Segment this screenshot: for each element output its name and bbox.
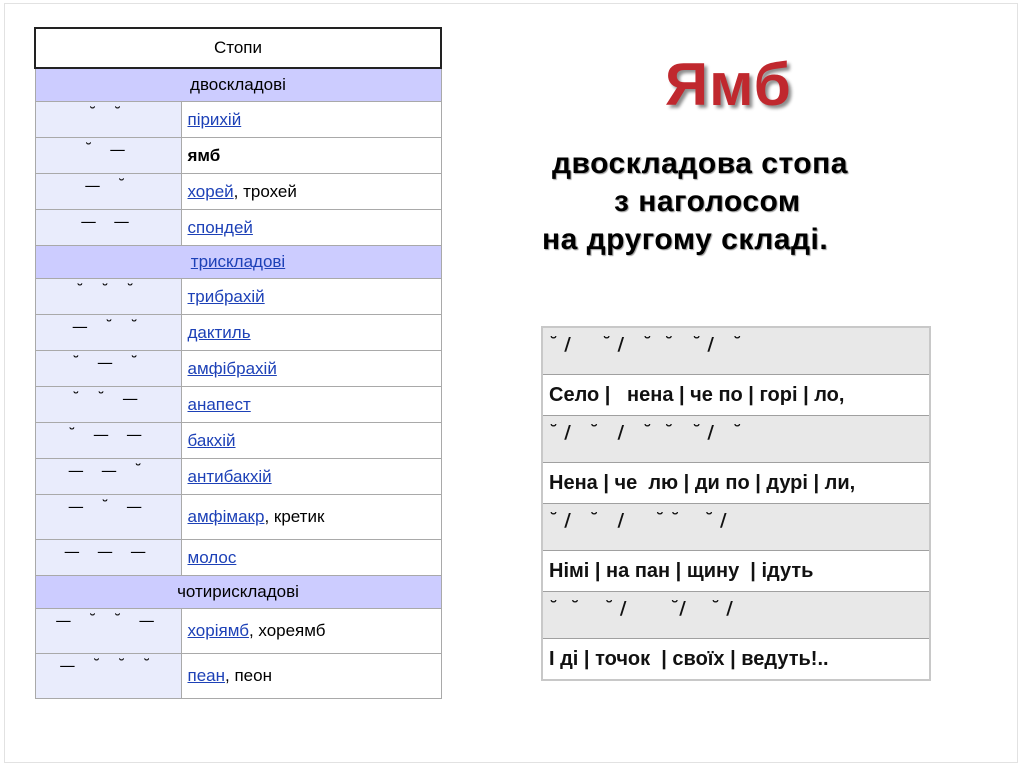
group-four-syllable: чотирискладові bbox=[34, 575, 442, 609]
foot-row: амфімакр, кретик bbox=[180, 494, 442, 540]
link-anapest[interactable]: анапест bbox=[188, 395, 251, 414]
meter-trochee: — ˘ bbox=[34, 173, 182, 210]
link-trochee[interactable]: хорей bbox=[188, 182, 234, 201]
definition-line-3: на другому складі. bbox=[542, 223, 829, 256]
link-amphibrach[interactable]: амфібрахій bbox=[188, 359, 277, 378]
definition-line-2: з наголосом bbox=[614, 185, 801, 218]
meter-pyrrhic: ˘ ˘ bbox=[34, 101, 182, 138]
meter-bacchius: ˘ — — bbox=[34, 422, 182, 459]
foot-row: пірихій bbox=[180, 101, 442, 138]
link-dactyl[interactable]: дактиль bbox=[188, 323, 251, 342]
link-tribrach[interactable]: трибрахій bbox=[188, 287, 265, 306]
meter-choriamb: — ˘ ˘ — bbox=[34, 608, 182, 654]
metrical-feet-table: Стопи двоскладові ˘ ˘ пірихій ˘ — ямб — … bbox=[34, 27, 442, 699]
foot-row: пеан, пеон bbox=[180, 653, 442, 699]
poem-scansion-table: ˘ / ˘ / ˘ ˘ ˘ / ˘ Село | нена | че по | … bbox=[541, 326, 931, 681]
foot-row: бакхій bbox=[180, 422, 442, 459]
meter-tribrach: ˘ ˘ ˘ bbox=[34, 278, 182, 315]
link-spondee[interactable]: спондей bbox=[188, 218, 253, 237]
scansion-line: ˘ / ˘ / ˘ ˘ ˘ / ˘ bbox=[541, 326, 931, 375]
group-three-syllable: трискладові bbox=[34, 245, 442, 279]
foot-row: трибрахій bbox=[180, 278, 442, 315]
meter-molossus: — — — bbox=[34, 539, 182, 576]
meter-amphimacer: — ˘ — bbox=[34, 494, 182, 540]
meter-iamb: ˘ — bbox=[34, 137, 182, 174]
poem-line: Нена | че лю | ди по | дурі | ли, bbox=[541, 462, 931, 504]
scansion-line: ˘ / ˘ / ˘ ˘ ˘ / bbox=[541, 503, 931, 551]
foot-alt-name: , хореямб bbox=[248, 621, 326, 640]
poem-line: І ді | точок | своїх | ведуть!.. bbox=[541, 638, 931, 681]
link-amphimacer[interactable]: амфімакр bbox=[188, 507, 265, 526]
link-three-syllable[interactable]: трискладові bbox=[191, 252, 285, 271]
link-pyrrhic[interactable]: пірихій bbox=[188, 110, 242, 129]
link-choriamb[interactable]: хоріямб bbox=[188, 621, 249, 640]
group-two-syllable: двоскладові bbox=[34, 67, 442, 102]
poem-line: Село | нена | че по | горі | ло, bbox=[541, 374, 931, 416]
scansion-line: ˘ / ˘ / ˘ ˘ ˘ / ˘ bbox=[541, 415, 931, 463]
foot-row: дактиль bbox=[180, 314, 442, 351]
link-antibacchius[interactable]: антибакхій bbox=[188, 467, 272, 486]
meter-spondee: — — bbox=[34, 209, 182, 246]
foot-row: амфібрахій bbox=[180, 350, 442, 387]
foot-alt-name: , кретик bbox=[264, 507, 325, 526]
slide-title: Ямб bbox=[665, 51, 792, 118]
poem-line: Німі | на пан | щину | ідуть bbox=[541, 550, 931, 592]
meter-anapest: ˘ ˘ — bbox=[34, 386, 182, 423]
foot-row: молос bbox=[180, 539, 442, 576]
foot-row: спондей bbox=[180, 209, 442, 246]
foot-row: антибакхій bbox=[180, 458, 442, 495]
meter-paeon: — ˘ ˘ ˘ bbox=[34, 653, 182, 699]
meter-antibacchius: — — ˘ bbox=[34, 458, 182, 495]
definition-text: двоскладова стопа з наголосом на другому… bbox=[542, 145, 962, 259]
link-paeon[interactable]: пеан bbox=[188, 666, 226, 685]
meter-dactyl: — ˘ ˘ bbox=[34, 314, 182, 351]
link-bacchius[interactable]: бакхій bbox=[188, 431, 236, 450]
foot-alt-name: , пеон bbox=[225, 666, 272, 685]
label-iamb: ямб bbox=[187, 145, 221, 165]
link-molossus[interactable]: молос bbox=[188, 548, 237, 567]
foot-row: анапест bbox=[180, 386, 442, 423]
foot-row: ямб bbox=[180, 137, 442, 174]
definition-line-1: двоскладова стопа bbox=[552, 147, 848, 180]
foot-row: хорей, трохей bbox=[180, 173, 442, 210]
foot-row: хоріямб, хореямб bbox=[180, 608, 442, 654]
table-header: Стопи bbox=[34, 27, 442, 69]
scansion-line: ˘ ˘ ˘ / ˘/ ˘ / bbox=[541, 591, 931, 639]
meter-amphibrach: ˘ — ˘ bbox=[34, 350, 182, 387]
foot-alt-name: , трохей bbox=[233, 181, 297, 201]
